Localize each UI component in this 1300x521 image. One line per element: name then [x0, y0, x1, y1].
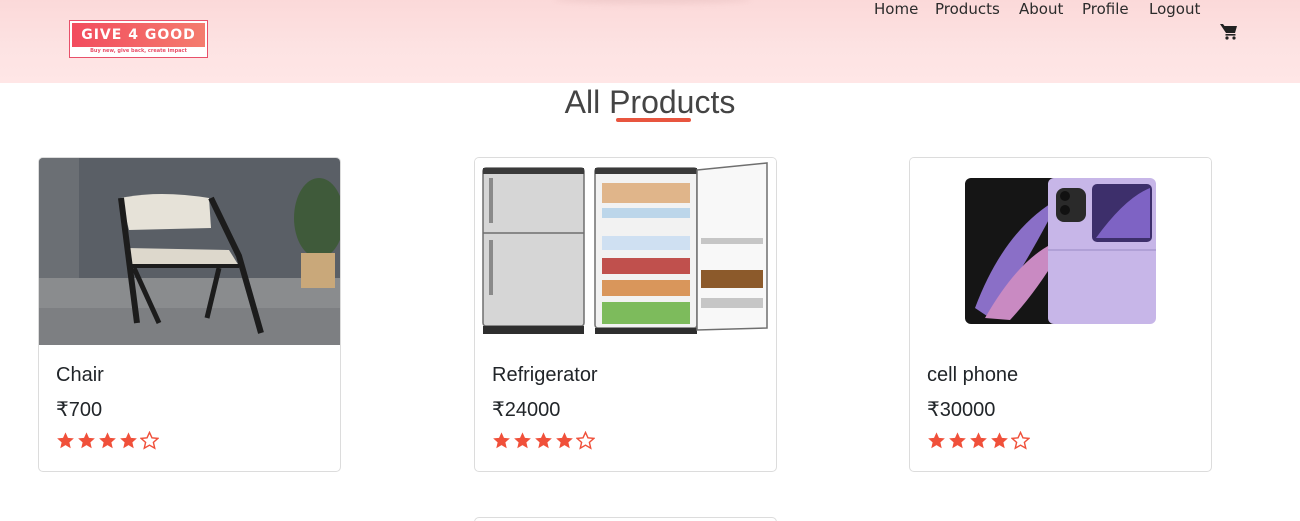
nav-home[interactable]: Home: [874, 0, 918, 18]
nav-about[interactable]: About: [1019, 0, 1063, 18]
star-filled-icon: [949, 432, 966, 449]
star-filled-icon: [99, 432, 116, 449]
product-name: Chair: [56, 364, 104, 386]
refrigerator-image: [475, 158, 776, 345]
brand-logo[interactable]: GIVE 4 GOOD Buy new, give back, create i…: [69, 20, 208, 58]
title-underline: [616, 118, 691, 122]
star-filled-icon: [928, 432, 945, 449]
navbar: GIVE 4 GOOD Buy new, give back, create i…: [0, 0, 1300, 83]
nav-logout[interactable]: Logout: [1149, 0, 1200, 18]
nav-profile[interactable]: Profile: [1082, 0, 1129, 18]
product-card-next[interactable]: [474, 517, 777, 521]
star-filled-icon: [970, 432, 987, 449]
star-filled-icon: [493, 432, 510, 449]
star-filled-icon: [514, 432, 531, 449]
nav-products[interactable]: Products: [935, 0, 1000, 18]
star-outline-icon: [140, 431, 159, 450]
product-name: cell phone: [927, 364, 1019, 386]
chair-image: [39, 158, 340, 345]
brand-tagline: Buy new, give back, create impact: [90, 48, 187, 54]
star-filled-icon: [57, 432, 74, 449]
brand-name: GIVE 4 GOOD: [72, 23, 205, 47]
page-title: All Products: [564, 84, 736, 120]
star-filled-icon: [78, 432, 95, 449]
product-card-refrigerator[interactable]: Refrigerator ₹24000: [474, 157, 777, 472]
navbar-glow: [555, 0, 750, 4]
star-outline-icon: [1011, 431, 1030, 450]
shopping-cart-icon[interactable]: [1220, 23, 1238, 40]
rating-stars: [56, 431, 161, 451]
product-name: Refrigerator: [492, 364, 598, 386]
product-price: ₹700: [56, 399, 103, 421]
star-filled-icon: [556, 432, 573, 449]
product-price: ₹24000: [492, 399, 561, 421]
product-card-cell-phone[interactable]: cell phone ₹30000: [909, 157, 1212, 472]
star-filled-icon: [535, 432, 552, 449]
product-card-chair[interactable]: Chair ₹700: [38, 157, 341, 472]
cell-phone-image: [910, 158, 1211, 345]
product-price: ₹30000: [927, 399, 996, 421]
rating-stars: [927, 431, 1032, 451]
rating-stars: [492, 431, 597, 451]
star-filled-icon: [120, 432, 137, 449]
star-outline-icon: [576, 431, 595, 450]
star-filled-icon: [991, 432, 1008, 449]
